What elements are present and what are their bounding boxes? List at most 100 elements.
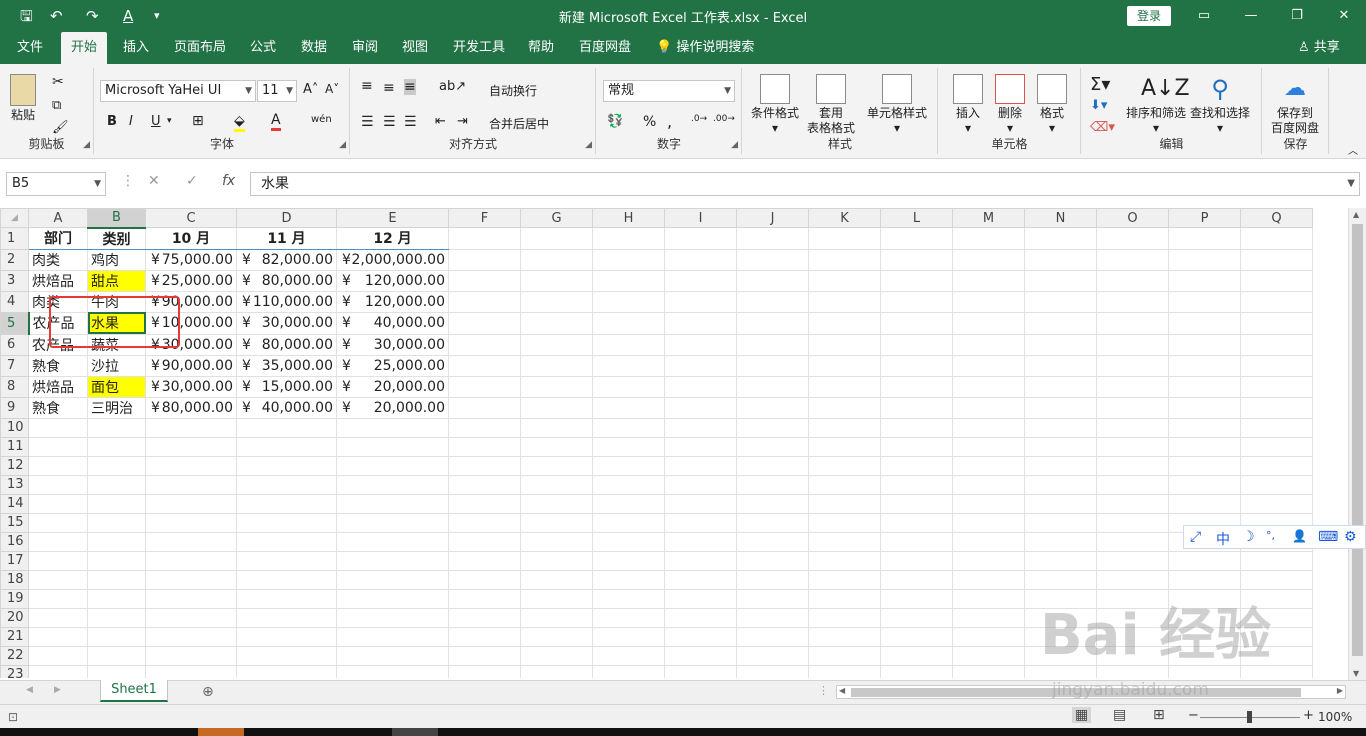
cell[interactable] bbox=[592, 417, 665, 438]
scroll-down-icon[interactable]: ▼ bbox=[1353, 669, 1359, 678]
cell[interactable] bbox=[952, 436, 1025, 457]
cell[interactable] bbox=[1024, 333, 1097, 356]
scroll-left-icon[interactable]: ◀ bbox=[839, 686, 845, 695]
cell[interactable] bbox=[520, 588, 593, 609]
cell[interactable]: ¥80,000.00 bbox=[236, 269, 337, 292]
cell[interactable] bbox=[592, 311, 665, 335]
row-header[interactable]: 23 bbox=[0, 664, 29, 678]
alignment-launcher-icon[interactable]: ◢ bbox=[585, 140, 592, 150]
cell[interactable] bbox=[592, 354, 665, 377]
cell[interactable] bbox=[1096, 493, 1169, 514]
cell[interactable]: 鸡肉 bbox=[87, 248, 146, 271]
row-header[interactable]: 14 bbox=[0, 493, 29, 514]
cell[interactable] bbox=[145, 493, 237, 514]
cell[interactable]: ¥110,000.00 bbox=[236, 290, 337, 313]
cell[interactable] bbox=[952, 311, 1025, 335]
cell[interactable] bbox=[592, 664, 665, 678]
maximize-button[interactable]: ❐ bbox=[1283, 4, 1311, 28]
cell[interactable] bbox=[952, 290, 1025, 313]
cell[interactable] bbox=[145, 664, 237, 678]
cell[interactable] bbox=[664, 311, 737, 335]
cell[interactable] bbox=[880, 626, 953, 647]
cell[interactable] bbox=[236, 607, 337, 628]
cell[interactable] bbox=[736, 512, 809, 533]
cell[interactable] bbox=[664, 269, 737, 292]
cell[interactable]: ¥40,000.00 bbox=[236, 396, 337, 419]
cell[interactable] bbox=[87, 531, 146, 552]
cell[interactable] bbox=[448, 290, 521, 313]
cell[interactable] bbox=[236, 455, 337, 476]
cell[interactable] bbox=[1096, 512, 1169, 533]
cell[interactable] bbox=[336, 474, 449, 495]
cell[interactable]: ¥75,000.00 bbox=[145, 248, 237, 271]
cell[interactable] bbox=[1024, 311, 1097, 335]
cell[interactable] bbox=[664, 474, 737, 495]
cell[interactable] bbox=[736, 227, 809, 250]
cell[interactable] bbox=[28, 645, 88, 666]
column-header[interactable]: O bbox=[1096, 208, 1169, 228]
cell[interactable] bbox=[336, 512, 449, 533]
cell[interactable] bbox=[145, 417, 237, 438]
row-header[interactable]: 21 bbox=[0, 626, 29, 647]
tab-review[interactable]: 审阅 bbox=[342, 32, 388, 64]
column-header[interactable]: D bbox=[236, 208, 337, 228]
cell[interactable] bbox=[1024, 354, 1097, 377]
cell[interactable] bbox=[1024, 512, 1097, 533]
cell[interactable] bbox=[736, 607, 809, 628]
column-header[interactable]: L bbox=[880, 208, 953, 228]
cell[interactable] bbox=[448, 474, 521, 495]
cell[interactable] bbox=[1024, 531, 1097, 552]
cell[interactable] bbox=[808, 436, 881, 457]
cell[interactable] bbox=[520, 531, 593, 552]
scroll-right-icon[interactable]: ▶ bbox=[1337, 686, 1343, 695]
cell[interactable]: ¥35,000.00 bbox=[236, 354, 337, 377]
cell[interactable] bbox=[808, 512, 881, 533]
cell[interactable]: ¥30,000.00 bbox=[236, 311, 337, 335]
cell[interactable] bbox=[336, 550, 449, 571]
cell[interactable] bbox=[448, 588, 521, 609]
cell[interactable] bbox=[28, 512, 88, 533]
cell[interactable] bbox=[1240, 375, 1313, 398]
cell[interactable] bbox=[336, 569, 449, 590]
column-header[interactable]: Q bbox=[1240, 208, 1313, 228]
cell[interactable]: 三明治 bbox=[87, 396, 146, 419]
cell[interactable] bbox=[808, 269, 881, 292]
cell[interactable] bbox=[736, 417, 809, 438]
cell[interactable] bbox=[880, 248, 953, 271]
column-header[interactable]: E bbox=[336, 208, 449, 228]
cell[interactable] bbox=[1168, 569, 1241, 590]
cell[interactable] bbox=[448, 227, 521, 250]
cell[interactable] bbox=[1168, 354, 1241, 377]
formula-input[interactable]: 水果 ▼ bbox=[250, 172, 1360, 196]
cell[interactable] bbox=[952, 396, 1025, 419]
cell[interactable]: ¥15,000.00 bbox=[236, 375, 337, 398]
cell[interactable] bbox=[592, 290, 665, 313]
cell[interactable] bbox=[592, 248, 665, 271]
cell[interactable] bbox=[448, 333, 521, 356]
cell[interactable] bbox=[1240, 493, 1313, 514]
cell[interactable]: ¥40,000.00 bbox=[336, 311, 449, 335]
cell[interactable] bbox=[952, 512, 1025, 533]
cell[interactable] bbox=[664, 550, 737, 571]
cell[interactable] bbox=[880, 375, 953, 398]
cell[interactable] bbox=[808, 664, 881, 678]
cell[interactable]: ¥2,000,000.00 bbox=[336, 248, 449, 271]
cell[interactable] bbox=[336, 588, 449, 609]
orientation-icon[interactable]: ab↗ bbox=[439, 79, 466, 94]
cell[interactable] bbox=[808, 248, 881, 271]
align-top-icon[interactable]: ≡ bbox=[361, 78, 373, 94]
cell[interactable] bbox=[145, 588, 237, 609]
collapse-ribbon-icon[interactable]: ︿ bbox=[1348, 142, 1358, 157]
paste-button[interactable]: 粘贴 bbox=[10, 74, 36, 123]
cell[interactable] bbox=[336, 626, 449, 647]
cell[interactable] bbox=[664, 417, 737, 438]
cell[interactable] bbox=[1168, 396, 1241, 419]
cell[interactable] bbox=[28, 474, 88, 495]
cell[interactable] bbox=[1168, 248, 1241, 271]
cell[interactable]: 沙拉 bbox=[87, 354, 146, 377]
cell[interactable] bbox=[808, 493, 881, 514]
column-header[interactable]: B bbox=[87, 208, 146, 229]
row-header[interactable]: 9 bbox=[0, 396, 29, 419]
cell[interactable] bbox=[592, 569, 665, 590]
column-header[interactable]: J bbox=[736, 208, 809, 228]
